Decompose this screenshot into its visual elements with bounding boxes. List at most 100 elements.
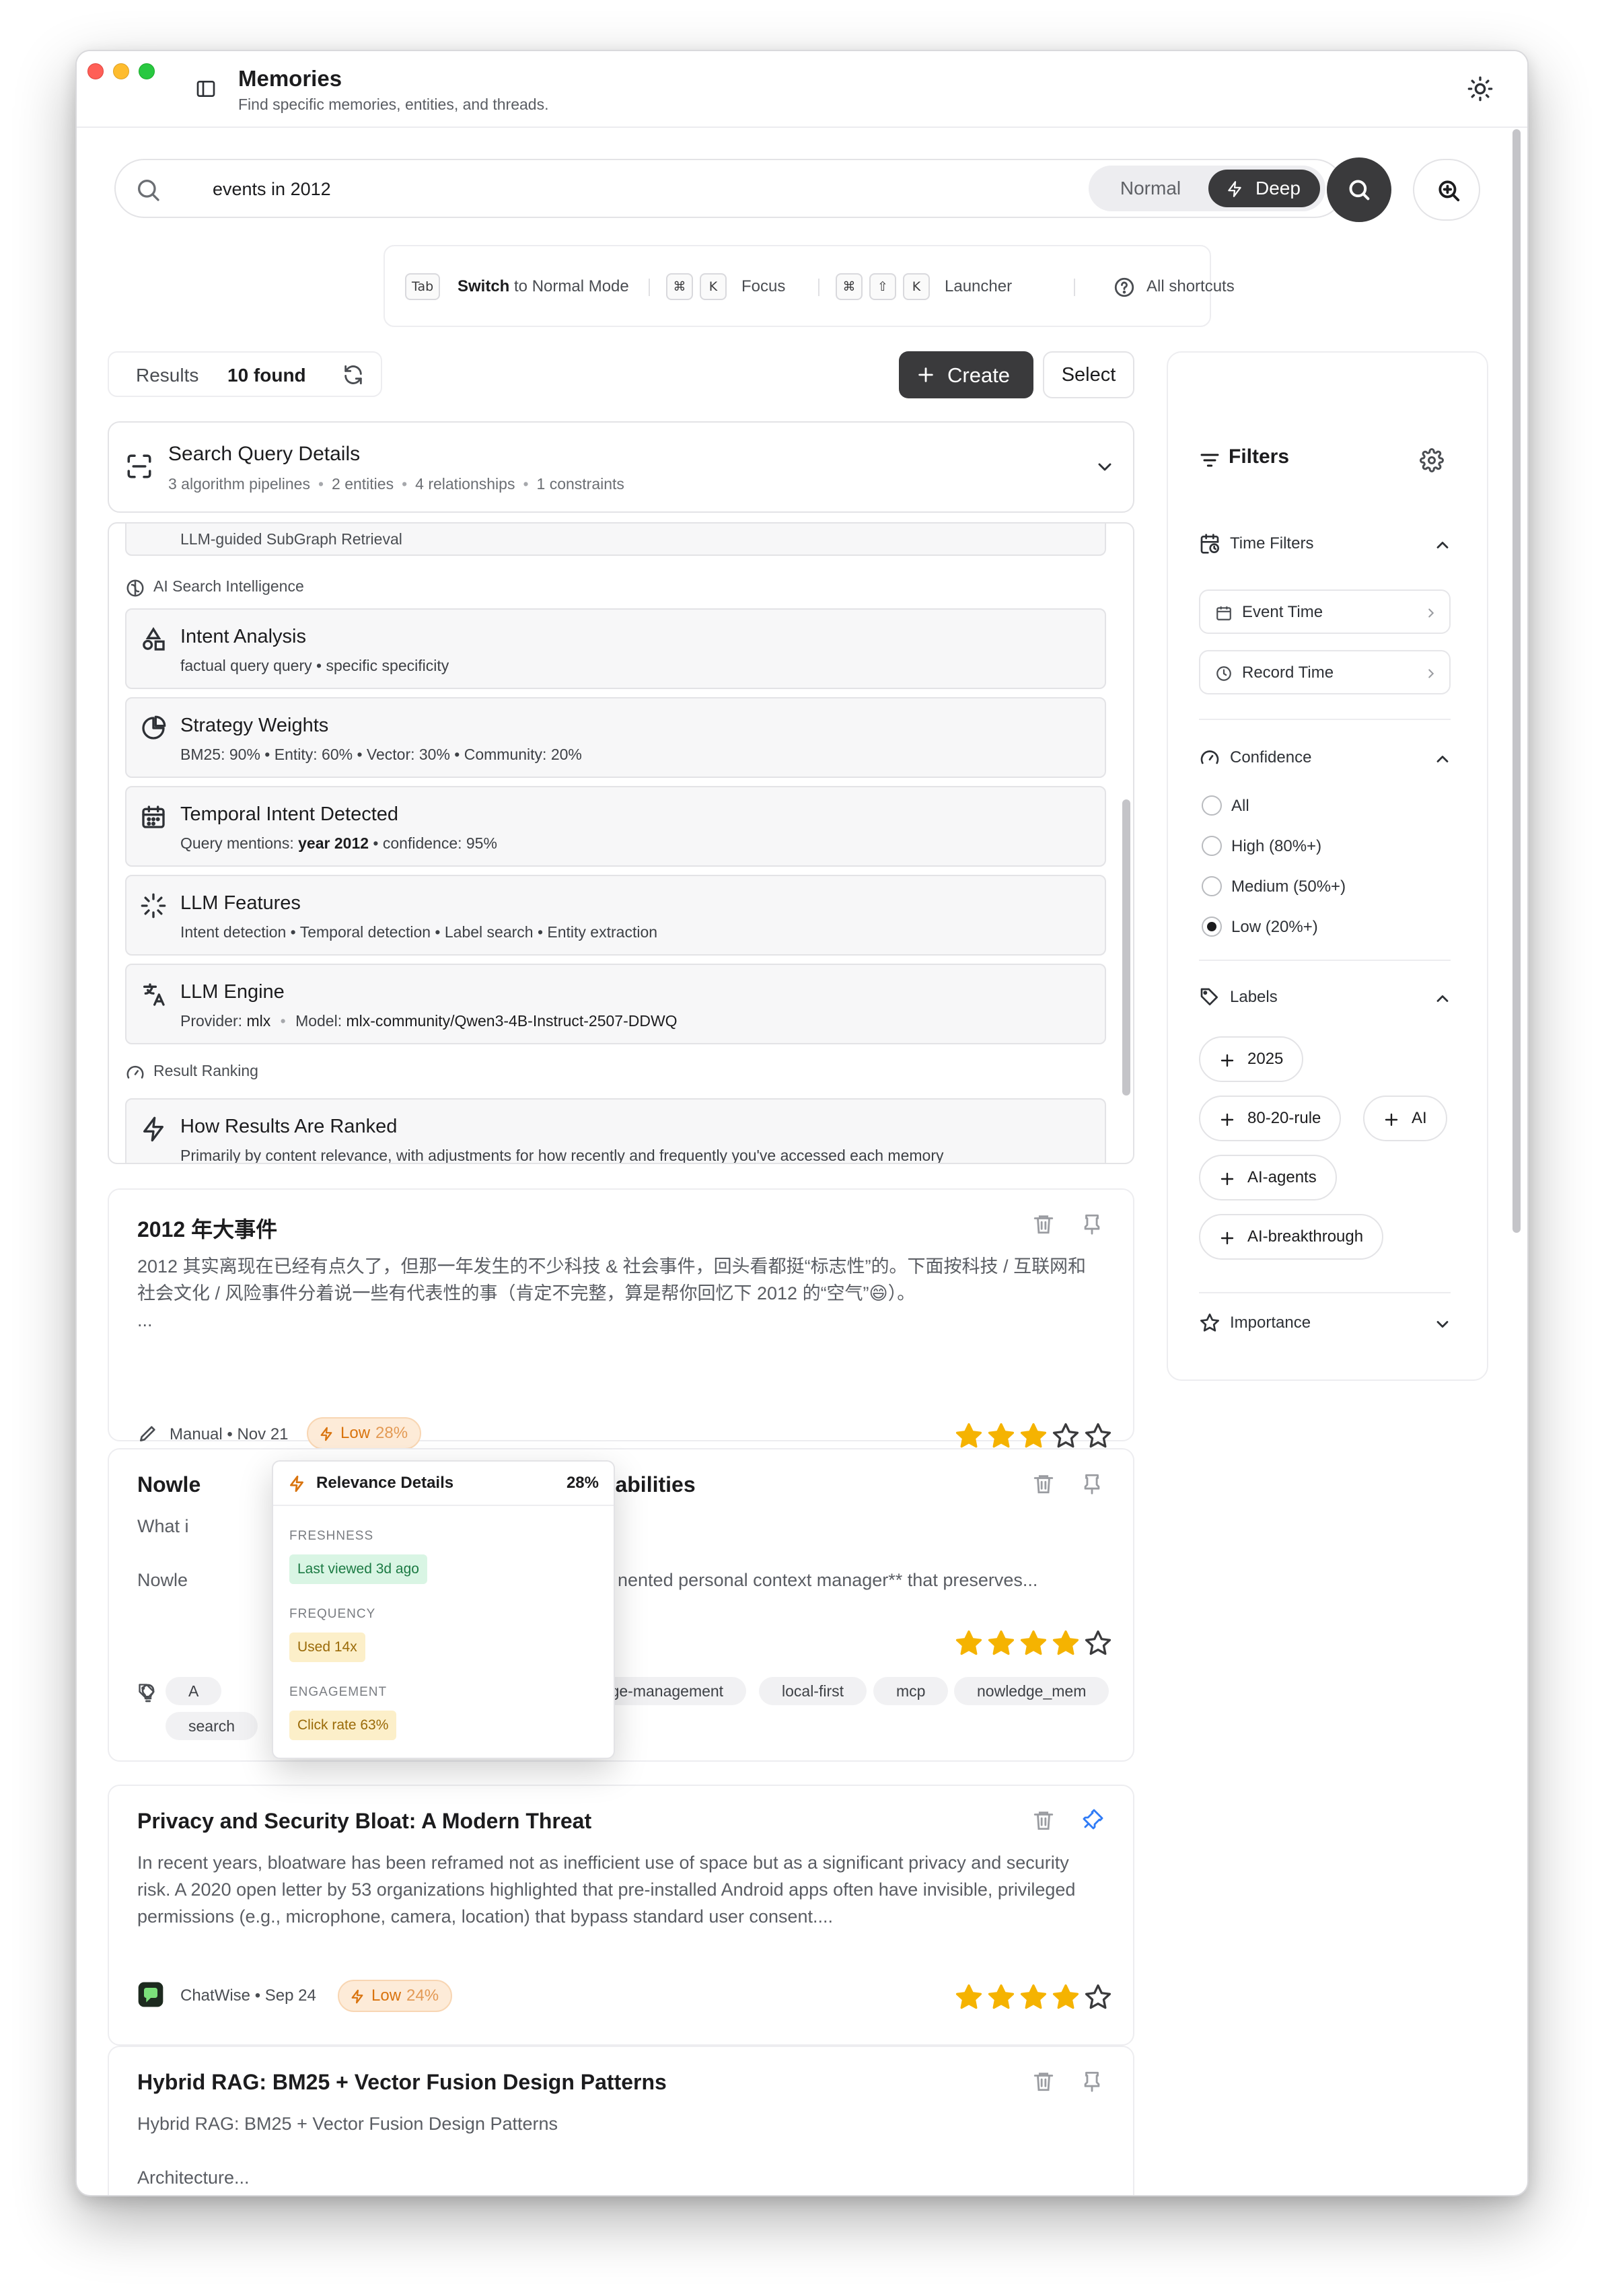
panel-scrollbar[interactable]: [1122, 799, 1130, 1096]
memory-card[interactable]: Privacy and Security Bloat: A Modern Thr…: [108, 1785, 1134, 2046]
star-filled-icon[interactable]: [954, 1421, 984, 1451]
scroll-thumb[interactable]: [1512, 129, 1521, 1233]
trash-icon[interactable]: [1032, 1809, 1055, 1832]
event-time-filter[interactable]: Event Time: [1199, 589, 1451, 634]
memory-title[interactable]: Hybrid RAG: BM25 + Vector Fusion Design …: [137, 2070, 667, 2095]
star-empty-icon[interactable]: [1083, 1628, 1113, 1658]
star-filled-icon[interactable]: [1019, 1628, 1048, 1658]
search-query-details[interactable]: Search Query Details 3 algorithm pipelin…: [108, 421, 1134, 513]
star-filled-icon[interactable]: [986, 1628, 1016, 1658]
importance-rating[interactable]: [954, 1421, 1116, 1451]
radio-button[interactable]: [1202, 795, 1222, 816]
refresh-icon[interactable]: [342, 363, 365, 386]
star-filled-icon[interactable]: [1051, 1628, 1081, 1658]
plus-icon: [1220, 1054, 1234, 1067]
normal-mode-button[interactable]: Normal: [1097, 170, 1204, 207]
pin-active-icon[interactable]: [1081, 1809, 1103, 1832]
chevron-up-icon[interactable]: [1433, 989, 1452, 1008]
deep-mode-button[interactable]: Deep: [1208, 170, 1320, 207]
plus-icon: [1220, 1231, 1234, 1245]
trash-icon[interactable]: [1032, 1472, 1055, 1495]
zoom-in-icon: [1438, 180, 1460, 202]
radio-button[interactable]: [1202, 876, 1222, 896]
label-chip-ai-agents[interactable]: AI-agents: [1199, 1155, 1337, 1200]
tag-chip[interactable]: local-first: [759, 1677, 867, 1705]
chevron-up-icon[interactable]: [1433, 750, 1452, 768]
memory-body: Hybrid RAG: BM25 + Vector Fusion Design …: [137, 2114, 558, 2134]
star-empty-icon[interactable]: [1083, 1421, 1113, 1451]
pin-icon[interactable]: [1081, 1472, 1103, 1495]
star-filled-icon[interactable]: [1019, 1421, 1048, 1451]
trash-icon[interactable]: [1032, 2070, 1055, 2093]
zoom-window-button[interactable]: [139, 63, 155, 79]
memory-title[interactable]: 2012 年大事件: [137, 1213, 277, 1244]
zap-icon: [140, 1116, 167, 1143]
radio-button[interactable]: [1202, 836, 1222, 856]
star-filled-icon[interactable]: [1051, 1982, 1081, 2012]
close-window-button[interactable]: [87, 63, 104, 79]
shapes-icon: [140, 626, 167, 653]
search-intelligence-panel: LLM-guided SubGraph Retrieval AI Search …: [108, 522, 1134, 1164]
memory-card[interactable]: Nowle Capabilities What i Nowle nented p…: [108, 1448, 1134, 1762]
radio-button-selected[interactable]: [1202, 917, 1222, 937]
trash-icon[interactable]: [1032, 1213, 1055, 1235]
create-label: Create: [947, 363, 1011, 387]
memory-title[interactable]: Nowle: [137, 1472, 200, 1497]
zap-icon: [320, 1427, 332, 1441]
advanced-search-button[interactable]: [1413, 159, 1480, 221]
label-chip-ai[interactable]: AI: [1363, 1096, 1447, 1141]
star-empty-icon[interactable]: [1051, 1421, 1081, 1451]
memory-title[interactable]: Privacy and Security Bloat: A Modern Thr…: [137, 1809, 591, 1834]
tag-chip[interactable]: mcp: [873, 1677, 949, 1705]
relevance-badge[interactable]: Low 28%: [307, 1417, 422, 1449]
gear-icon[interactable]: [1420, 448, 1444, 472]
star-filled-icon[interactable]: [954, 1982, 984, 2012]
memory-card[interactable]: 2012 年大事件 2012 其实离现在已经有点久了，但那一年发生的不少科技 &…: [108, 1188, 1134, 1449]
chevron-down-icon[interactable]: [1094, 456, 1116, 478]
search-bar: Normal Deep: [114, 159, 1344, 218]
search-submit-button[interactable]: [1327, 157, 1391, 222]
star-filled-icon[interactable]: [1019, 1982, 1048, 2012]
star-filled-icon[interactable]: [986, 1421, 1016, 1451]
search-input[interactable]: [213, 179, 1020, 200]
main-scrollbar[interactable]: [1512, 129, 1522, 2195]
chevron-down-icon[interactable]: [1433, 1315, 1452, 1334]
star-filled-icon[interactable]: [986, 1982, 1016, 2012]
select-button[interactable]: Select: [1043, 351, 1134, 398]
minimize-window-button[interactable]: [113, 63, 129, 79]
memory-body: In recent years, bloatware has been refr…: [137, 1853, 1076, 1927]
plus-icon: [1220, 1113, 1234, 1126]
search-icon: [135, 176, 161, 203]
sidebar-toggle-icon[interactable]: [195, 78, 217, 100]
tag-chip[interactable]: A: [166, 1677, 222, 1705]
label-chip-80-20-rule[interactable]: 80-20-rule: [1199, 1096, 1342, 1141]
results-summary: Results 10 found: [108, 351, 382, 397]
tag-chip[interactable]: nowledge_mem: [954, 1677, 1109, 1705]
relevance-badge[interactable]: Low 24%: [338, 1980, 453, 2012]
memory-body: 2012 其实离现在已经有点久了，但那一年发生的不少科技 & 社会事件，回头看都…: [137, 1256, 1087, 1330]
launcher-hint[interactable]: Launcher: [945, 277, 1012, 296]
memory-card[interactable]: Hybrid RAG: BM25 + Vector Fusion Design …: [108, 2046, 1134, 2195]
all-shortcuts-link[interactable]: All shortcuts: [1146, 277, 1235, 296]
focus-hint[interactable]: Focus: [741, 277, 785, 296]
chevron-up-icon[interactable]: [1433, 536, 1452, 554]
tag-chip[interactable]: search: [166, 1712, 258, 1740]
star-filled-icon[interactable]: [954, 1628, 984, 1658]
pin-icon[interactable]: [1081, 1213, 1103, 1235]
sun-icon[interactable]: [1467, 75, 1494, 102]
clock-icon: [1216, 666, 1231, 681]
search-mode-toggle: Normal Deep: [1089, 166, 1325, 211]
pin-icon[interactable]: [1081, 2070, 1103, 2093]
create-button[interactable]: Create: [899, 351, 1033, 398]
importance-rating[interactable]: [954, 1982, 1116, 2012]
popover-header: Relevance Details 28%: [273, 1462, 614, 1506]
label-chip-2025[interactable]: 2025: [1199, 1036, 1304, 1082]
frequency-label: FREQUENCY: [289, 1607, 376, 1621]
switch-mode-hint[interactable]: Switch to Normal Mode: [458, 277, 629, 296]
record-time-filter[interactable]: Record Time: [1199, 650, 1451, 694]
label-chip-ai-breakthrough[interactable]: AI-breakthrough: [1199, 1214, 1384, 1260]
pie-chart-icon: [140, 715, 167, 742]
importance-rating[interactable]: [954, 1628, 1116, 1658]
plus-icon: [1385, 1113, 1398, 1126]
star-empty-icon[interactable]: [1083, 1982, 1113, 2012]
